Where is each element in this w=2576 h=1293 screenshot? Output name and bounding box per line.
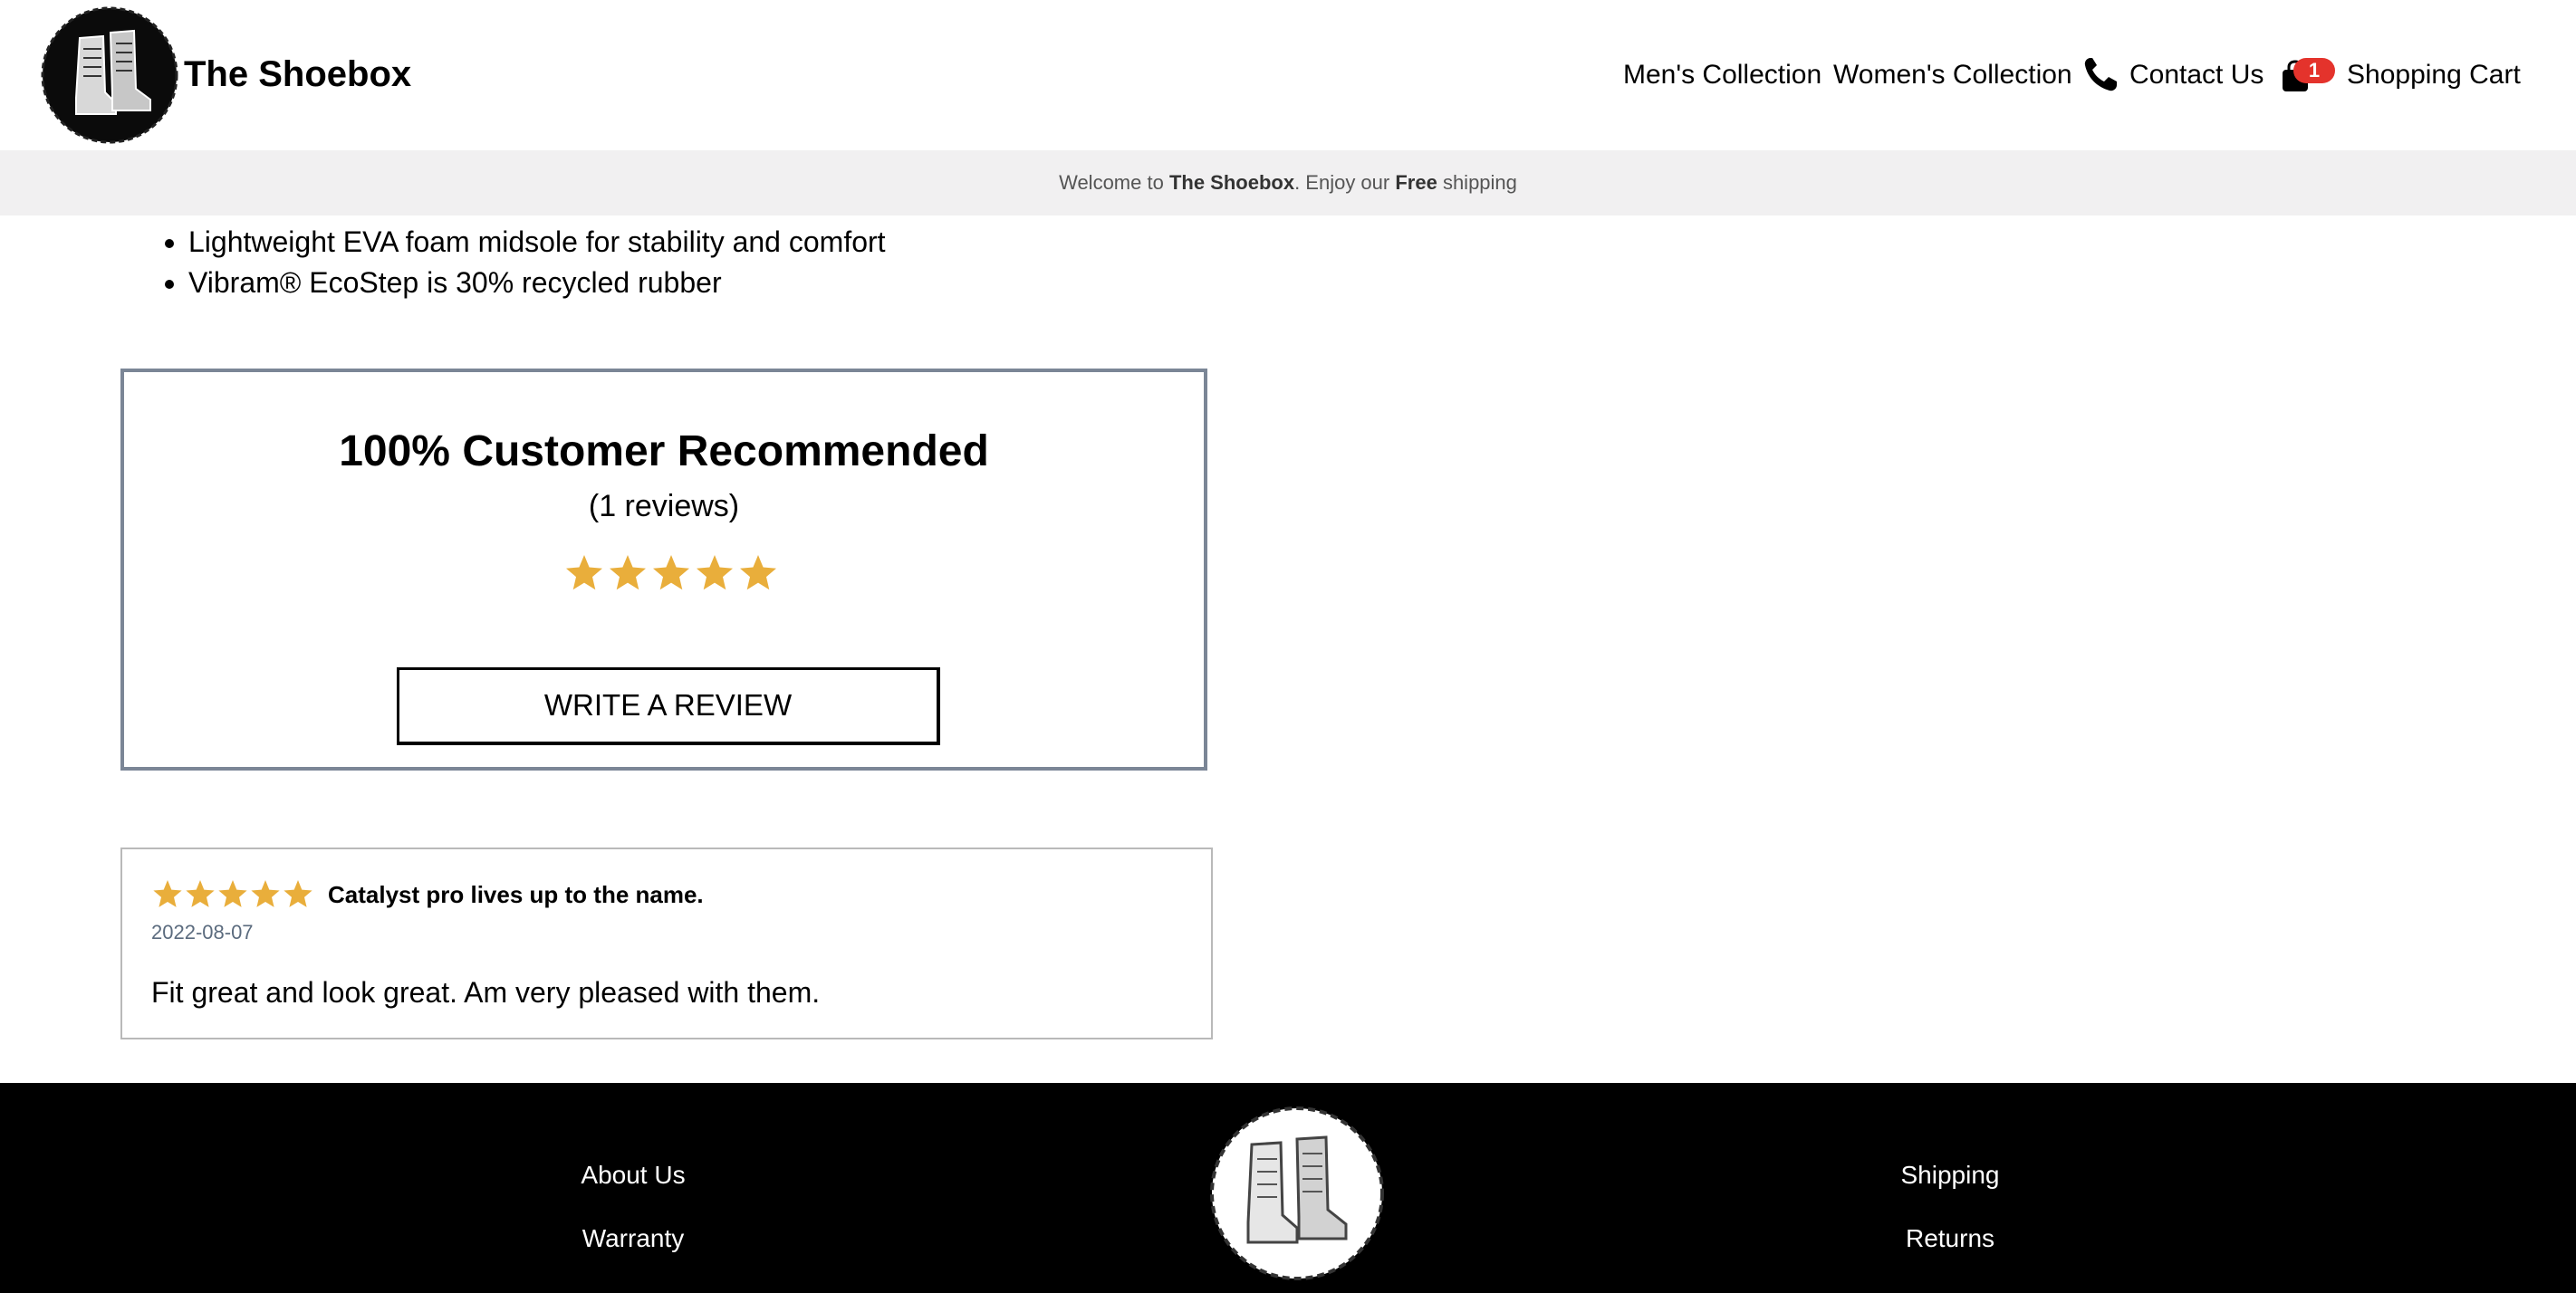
footer-link-shipping[interactable]: Shipping <box>1814 1159 2086 1192</box>
star-icon <box>186 880 215 907</box>
phone-icon[interactable] <box>2083 56 2118 92</box>
footer-link-warranty[interactable]: Warranty <box>497 1222 769 1255</box>
nav-mens-collection[interactable]: Men's Collection <box>1623 56 1821 94</box>
announcement-bar: Welcome to The Shoebox. Enjoy our Free s… <box>0 150 2576 216</box>
review-date: 2022-08-07 <box>151 921 254 943</box>
announcement-brand: The Shoebox <box>1168 171 1295 194</box>
write-review-button[interactable]: WRITE A REVIEW <box>397 667 940 745</box>
recommendation-heading: 100% Customer Recommended <box>339 427 989 475</box>
boots-logo-icon[interactable] <box>1206 1103 1388 1284</box>
announcement-suffix: shipping <box>1437 171 1517 194</box>
star-icon <box>153 880 182 907</box>
announcement-highlight: Free <box>1395 171 1437 194</box>
nav-shopping-cart[interactable]: Shopping Cart <box>2347 56 2521 94</box>
footer-link-returns[interactable]: Returns <box>1814 1222 2086 1255</box>
main-nav: Men's Collection Women's Collection Cont… <box>0 56 2576 94</box>
reviews-summary-box: 100% Customer Recommended (1 reviews) WR… <box>120 369 1207 771</box>
review-body: Fit great and look great. Am very please… <box>151 976 821 1009</box>
summary-star-rating <box>566 555 776 590</box>
announcement-prefix: Welcome to <box>1059 171 1169 194</box>
star-icon <box>218 880 247 907</box>
star-icon <box>653 555 689 590</box>
review-star-rating <box>153 880 312 907</box>
star-icon <box>740 555 776 590</box>
feature-item: Vibram® EcoStep is 30% recycled rubber <box>188 263 886 303</box>
star-icon <box>697 555 733 590</box>
star-icon <box>284 880 312 907</box>
review-card: Catalyst pro lives up to the name. 2022-… <box>120 848 1213 1039</box>
site-header: The Shoebox Men's Collection Women's Col… <box>0 0 2576 150</box>
nav-contact-us[interactable]: Contact Us <box>2129 56 2264 94</box>
star-icon <box>566 555 602 590</box>
star-icon <box>610 555 646 590</box>
announcement-middle: . Enjoy our <box>1294 171 1396 194</box>
cart-count-badge[interactable]: 1 <box>2293 58 2335 83</box>
feature-item: Lightweight EVA foam midsole for stabili… <box>188 222 886 263</box>
nav-womens-collection[interactable]: Women's Collection <box>1833 56 2072 94</box>
footer-link-about-us[interactable]: About Us <box>497 1159 769 1192</box>
review-title: Catalyst pro lives up to the name. <box>328 881 704 908</box>
site-footer: About Us Warranty Shipping Returns <box>0 1083 2576 1293</box>
star-icon <box>251 880 280 907</box>
review-count: (1 reviews) <box>588 489 740 523</box>
